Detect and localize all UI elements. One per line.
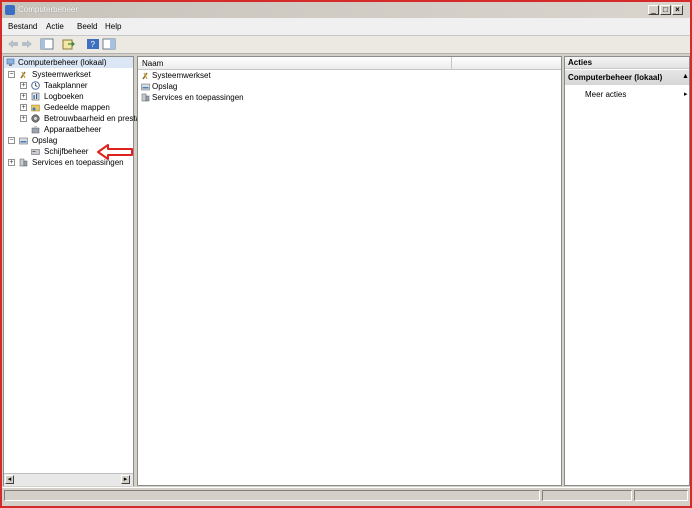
action-pane: Acties Computerbeheer (lokaal) ▲ Meer ac… [564, 56, 690, 486]
minimize-button[interactable]: _ [648, 5, 659, 15]
forward-icon[interactable] [20, 38, 34, 50]
window-title: Computerbeheer [18, 5, 79, 14]
tools-icon [20, 71, 26, 79]
scroll-left-button[interactable]: ◂ [5, 475, 14, 484]
horizontal-scrollbar[interactable]: ◂ ▸ [4, 473, 133, 486]
performance-icon [31, 114, 40, 123]
submenu-arrow-icon: ▸ [684, 91, 688, 98]
collapse-up-icon[interactable]: ▲ [682, 73, 689, 80]
svg-text:?: ? [91, 40, 96, 49]
title-bar[interactable]: Computerbeheer _ □ × [2, 2, 690, 18]
toolbar: ? [2, 36, 690, 54]
storage-icon [141, 83, 150, 91]
column-header-empty[interactable] [452, 57, 561, 70]
column-label-naam: Naam [142, 59, 164, 68]
menu-beeld[interactable]: Beeld [77, 22, 97, 31]
expand-toggle[interactable]: + [20, 104, 27, 111]
status-bar [2, 487, 690, 504]
help-icon[interactable]: ? [86, 38, 100, 50]
expand-toggle[interactable]: + [20, 93, 27, 100]
scroll-right-button[interactable]: ▸ [121, 475, 130, 484]
export-list-icon[interactable] [62, 38, 76, 50]
tree-label-betrouwbaarheid: Betrouwbaarheid en presta [44, 114, 141, 123]
collapse-toggle[interactable]: − [8, 137, 15, 144]
menu-help[interactable]: Help [105, 22, 121, 31]
storage-icon [19, 137, 28, 145]
computer-management-icon [5, 5, 15, 15]
actions-header-label: Acties [568, 58, 593, 67]
maximize-button[interactable]: □ [660, 5, 671, 15]
status-segment-2 [542, 490, 632, 501]
tree-label-systeemwerkset: Systeemwerkset [32, 70, 91, 79]
menu-actie[interactable]: Actie [46, 22, 64, 31]
back-icon[interactable] [6, 38, 20, 50]
tree-label-taakplanner: Taakplanner [44, 81, 88, 90]
console-tree-pane[interactable]: Computerbeheer (lokaal) − Systeemwerkset… [3, 56, 140, 486]
collapse-toggle[interactable]: − [8, 71, 15, 78]
device-manager-icon [31, 126, 40, 134]
status-segment-main [4, 490, 540, 501]
list-item-label: Systeemwerkset [152, 71, 211, 80]
tree-item-root[interactable]: Computerbeheer (lokaal) [4, 57, 133, 68]
computer-icon [6, 58, 15, 66]
services-icon [141, 93, 150, 102]
menu-bar: Bestand Actie Beeld Help [2, 18, 690, 36]
disk-management-icon [31, 149, 40, 155]
shared-folder-icon [31, 104, 40, 112]
expand-toggle[interactable]: + [20, 82, 27, 89]
column-header-naam[interactable]: Naam [138, 57, 452, 70]
show-action-pane-icon[interactable] [102, 38, 116, 50]
event-log-icon [31, 92, 40, 101]
expand-toggle[interactable]: + [8, 159, 15, 166]
more-actions-label: Meer acties [585, 90, 627, 99]
actions-section-label: Computerbeheer (lokaal) [568, 73, 663, 82]
tree-label-gedeelde-mappen: Gedeelde mappen [44, 103, 110, 112]
tree-label-opslag: Opslag [32, 136, 58, 145]
tree-label-logboeken: Logboeken [44, 92, 84, 101]
status-segment-3 [634, 490, 688, 501]
expand-toggle[interactable]: + [20, 115, 27, 122]
actions-header: Acties [565, 57, 689, 69]
tree-label-root: Computerbeheer (lokaal) [18, 58, 107, 67]
tree-label-schijfbeheer: Schijfbeheer [44, 147, 89, 156]
more-actions-item[interactable]: Meer acties ▸ [565, 89, 689, 100]
tools-icon [142, 72, 148, 80]
show-console-tree-icon[interactable] [40, 38, 54, 50]
close-button[interactable]: × [672, 5, 683, 15]
services-icon [19, 158, 28, 167]
result-pane[interactable]: Naam Systeemwerkset Opslag Services en t… [137, 56, 562, 486]
tree-label-apparaatbeheer: Apparaatbeheer [44, 125, 102, 134]
list-item-label: Opslag [152, 82, 178, 91]
clock-icon [31, 81, 40, 90]
actions-section-header[interactable]: Computerbeheer (lokaal) ▲ [565, 70, 689, 85]
annotation-arrow-icon [97, 144, 133, 160]
menu-bestand[interactable]: Bestand [8, 22, 37, 31]
list-item-label: Services en toepassingen [152, 93, 244, 102]
